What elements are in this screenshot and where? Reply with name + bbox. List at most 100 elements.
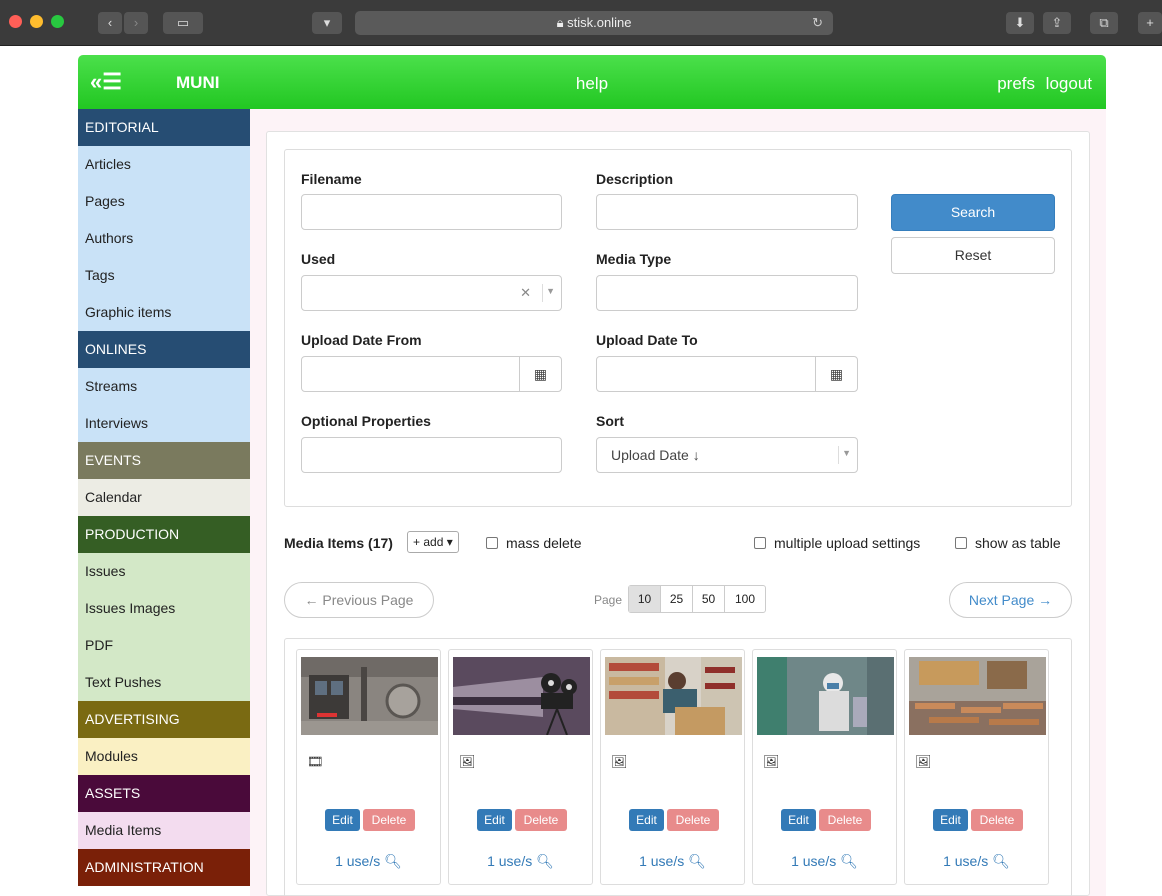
usage-link[interactable]: 1 use/s 🔍︎	[905, 853, 1048, 870]
sidebar-section-advertising[interactable]: ADVERTISING	[78, 701, 250, 738]
clear-icon[interactable]: ✕	[520, 285, 531, 301]
sidebar-toggle-icon[interactable]: ▭	[163, 12, 203, 34]
chevron-down-icon[interactable]: ▼	[546, 286, 555, 296]
share-icon[interactable]: ⇪	[1043, 12, 1071, 34]
used-select[interactable]: ✕ ▼	[301, 275, 562, 311]
calendar-icon[interactable]: ▦	[519, 357, 561, 391]
mass-delete-toggle[interactable]: mass delete	[486, 535, 581, 551]
show-as-table-toggle[interactable]: show as table	[955, 535, 1061, 551]
minimize-window-button[interactable]	[30, 15, 43, 28]
add-dropdown-button[interactable]: + add ▾	[407, 531, 459, 553]
filename-input[interactable]	[301, 194, 562, 230]
description-input[interactable]	[596, 194, 858, 230]
delete-button[interactable]: Delete	[363, 809, 415, 831]
usage-link[interactable]: 1 use/s 🔍︎	[753, 853, 896, 870]
previous-page-button[interactable]: ← Previous Page	[284, 582, 434, 618]
edit-button[interactable]: Edit	[781, 809, 816, 831]
sidebar-item-calendar[interactable]: Calendar	[78, 479, 250, 516]
image-icon: 🖼︎	[459, 754, 476, 769]
sidebar-item-pdf[interactable]: PDF	[78, 627, 250, 664]
optional-properties-label: Optional Properties	[301, 413, 431, 429]
back-icon[interactable]: ‹	[98, 12, 122, 34]
sidebar-section-assets[interactable]: ASSETS	[78, 775, 250, 812]
delete-button[interactable]: Delete	[667, 809, 719, 831]
sort-label: Sort	[596, 413, 624, 429]
multiple-upload-toggle[interactable]: multiple upload settings	[754, 535, 920, 551]
media-thumbnail[interactable]	[909, 657, 1046, 735]
sidebar-section-production[interactable]: PRODUCTION	[78, 516, 250, 553]
edit-button[interactable]: Edit	[325, 809, 360, 831]
sidebar-section-events[interactable]: EVENTS	[78, 442, 250, 479]
usage-link[interactable]: 1 use/s 🔍︎	[601, 853, 744, 870]
help-link[interactable]: help	[78, 74, 1106, 94]
sidebar-item-issues[interactable]: Issues	[78, 553, 250, 590]
media-thumbnail[interactable]	[757, 657, 894, 735]
usage-link[interactable]: 1 use/s 🔍︎	[449, 853, 592, 870]
forward-icon[interactable]: ›	[124, 12, 148, 34]
media-items-count-title: Media Items (17)	[284, 535, 393, 551]
address-bar[interactable]: 🔒︎ stisk.online ↻	[355, 11, 833, 35]
used-label: Used	[301, 251, 336, 267]
upload-date-from-field[interactable]: ▦	[301, 356, 562, 392]
magnifier-icon: 🔍︎	[988, 853, 1010, 869]
sidebar-section-editorial[interactable]: EDITORIAL	[78, 109, 250, 146]
upload-date-to-field[interactable]: ▦	[596, 356, 858, 392]
reload-icon[interactable]: ↻	[812, 11, 823, 35]
sidebar-item-articles[interactable]: Articles	[78, 146, 250, 183]
page-size-option-10[interactable]: 10	[629, 586, 661, 612]
pocket-icon[interactable]: ▾	[312, 12, 342, 34]
multiple-upload-checkbox[interactable]	[754, 537, 766, 549]
prefs-link[interactable]: prefs	[997, 74, 1035, 94]
sort-select-value: Upload Date ↓	[611, 447, 700, 463]
filename-label: Filename	[301, 171, 362, 187]
film-icon: 🎞︎	[307, 754, 324, 769]
usage-link[interactable]: 1 use/s 🔍︎	[297, 853, 440, 870]
tabs-icon[interactable]: ⧉	[1090, 12, 1118, 34]
chevron-down-icon[interactable]: ▼	[842, 448, 851, 458]
search-button[interactable]: Search	[891, 194, 1055, 231]
sidebar-item-streams[interactable]: Streams	[78, 368, 250, 405]
logout-link[interactable]: logout	[1046, 74, 1092, 94]
media-type-input[interactable]	[596, 275, 858, 311]
optional-properties-input[interactable]	[301, 437, 562, 473]
sidebar-item-graphic-items[interactable]: Graphic items	[78, 294, 250, 331]
zoom-window-button[interactable]	[51, 15, 64, 28]
sidebar-item-interviews[interactable]: Interviews	[78, 405, 250, 442]
magnifier-icon: 🔍︎	[684, 853, 706, 869]
mass-delete-checkbox[interactable]	[486, 537, 498, 549]
page-size-option-50[interactable]: 50	[693, 586, 725, 612]
select-divider	[838, 446, 839, 464]
close-window-button[interactable]	[9, 15, 22, 28]
sort-select[interactable]: Upload Date ↓ ▼	[596, 437, 858, 473]
sidebar-item-pages[interactable]: Pages	[78, 183, 250, 220]
delete-button[interactable]: Delete	[971, 809, 1023, 831]
new-tab-icon[interactable]: +	[1138, 12, 1162, 34]
edit-button[interactable]: Edit	[933, 809, 968, 831]
sidebar-item-text-pushes[interactable]: Text Pushes	[78, 664, 250, 701]
sidebar-item-issues-images[interactable]: Issues Images	[78, 590, 250, 627]
show-as-table-label: show as table	[975, 535, 1061, 551]
download-icon[interactable]: ⬇	[1006, 12, 1034, 34]
delete-button[interactable]: Delete	[819, 809, 871, 831]
app-header: «☰ MUNI help prefs logout	[78, 55, 1106, 109]
page-size-option-100[interactable]: 100	[725, 586, 765, 612]
edit-button[interactable]: Edit	[477, 809, 512, 831]
sidebar-item-tags[interactable]: Tags	[78, 257, 250, 294]
edit-button[interactable]: Edit	[629, 809, 664, 831]
page-size-option-25[interactable]: 25	[661, 586, 693, 612]
next-page-button[interactable]: Next Page →	[949, 582, 1072, 618]
sidebar-item-media-items[interactable]: Media Items	[78, 812, 256, 849]
delete-button[interactable]: Delete	[515, 809, 567, 831]
media-card: 🖼︎ Edit Delete 1 use/s 🔍︎	[752, 649, 897, 885]
media-thumbnail[interactable]	[453, 657, 590, 735]
show-as-table-checkbox[interactable]	[955, 537, 967, 549]
sidebar-item-authors[interactable]: Authors	[78, 220, 250, 257]
image-icon: 🖼︎	[763, 754, 780, 769]
calendar-icon[interactable]: ▦	[815, 357, 857, 391]
sidebar-item-modules[interactable]: Modules	[78, 738, 250, 775]
media-thumbnail[interactable]	[301, 657, 438, 735]
sidebar-section-onlines[interactable]: ONLINES	[78, 331, 250, 368]
media-thumbnail[interactable]	[605, 657, 742, 735]
sidebar-section-administration[interactable]: ADMINISTRATION	[78, 849, 250, 886]
reset-button[interactable]: Reset	[891, 237, 1055, 274]
